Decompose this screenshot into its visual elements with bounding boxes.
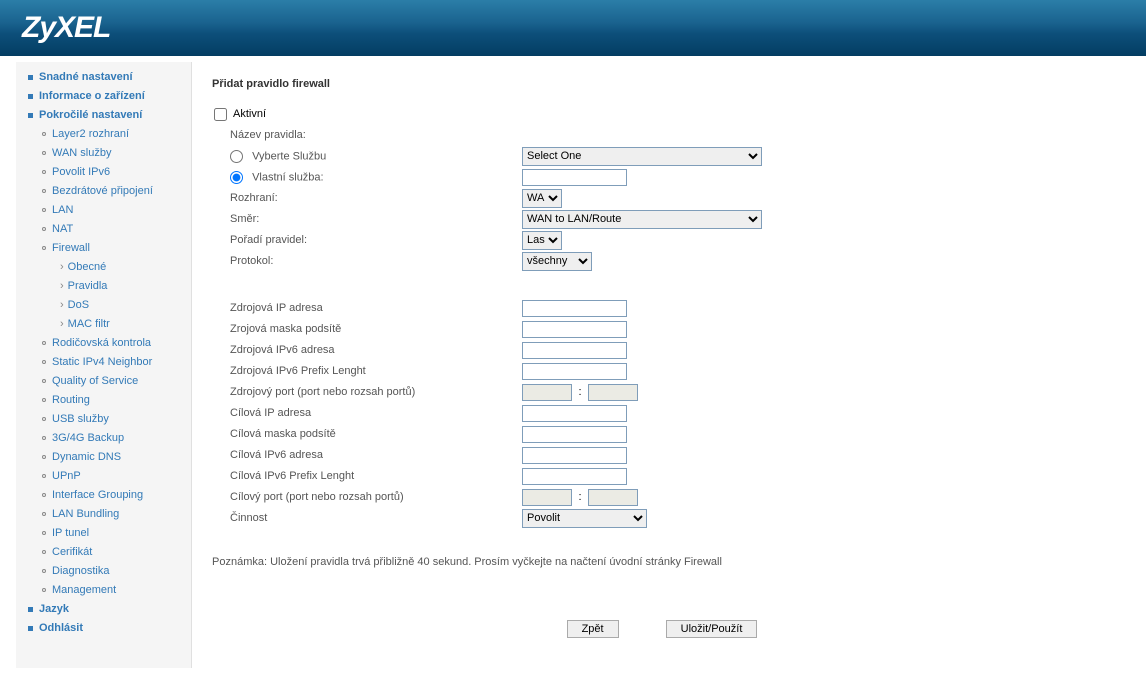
nav-logout[interactable]: Odhlásit — [39, 622, 83, 634]
dst-ip-input[interactable] — [522, 405, 627, 422]
src-prefix-input[interactable] — [522, 363, 627, 380]
nav-dyndns[interactable]: Dynamic DNS — [52, 451, 121, 463]
nav-lanbundle[interactable]: LAN Bundling — [52, 508, 119, 520]
dst-mask-label: Cílová maska podsítě — [212, 428, 522, 440]
nav-language[interactable]: Jazyk — [39, 603, 69, 615]
dst-port-from-input[interactable] — [522, 489, 572, 506]
active-label: Aktivní — [233, 108, 266, 120]
dst-ipv6-label: Cílová IPv6 adresa — [212, 449, 522, 461]
dst-port-label: Cílový port (port nebo rozsah portů) — [212, 491, 522, 503]
nav-iptunnel[interactable]: IP tunel — [52, 527, 89, 539]
dst-mask-input[interactable] — [522, 426, 627, 443]
chevron-right-icon: › — [60, 298, 64, 313]
nav-diag[interactable]: Diagnostika — [52, 565, 109, 577]
src-ipv6-input[interactable] — [522, 342, 627, 359]
nav-3g4g[interactable]: 3G/4G Backup — [52, 432, 124, 444]
nav-nat[interactable]: NAT — [52, 223, 73, 235]
action-label: Činnost — [212, 512, 522, 524]
src-ip-label: Zdrojová IP adresa — [212, 302, 522, 314]
nav-mgmt[interactable]: Management — [52, 584, 116, 596]
content-panel: Přidat pravidlo firewall Aktivní Název p… — [192, 62, 1132, 668]
rule-order-label: Pořadí pravidel: — [212, 234, 522, 246]
nav-easy-setup[interactable]: Snadné nastavení — [39, 71, 133, 83]
dst-prefix-input[interactable] — [522, 468, 627, 485]
direction-select[interactable]: WAN to LAN/Route — [522, 210, 762, 229]
nav-fw-dos[interactable]: DoS — [68, 299, 89, 311]
service-select[interactable]: Select One — [522, 147, 762, 166]
nav-lan[interactable]: LAN — [52, 204, 73, 216]
port-separator: : — [575, 386, 585, 398]
src-mask-input[interactable] — [522, 321, 627, 338]
port-separator: : — [575, 491, 585, 503]
rule-order-select[interactable]: Last — [522, 231, 562, 250]
nav-qos[interactable]: Quality of Service — [52, 375, 138, 387]
chevron-right-icon: › — [60, 279, 64, 294]
src-port-from-input[interactable] — [522, 384, 572, 401]
nav-firewall[interactable]: Firewall — [52, 242, 90, 254]
custom-service-input[interactable] — [522, 169, 627, 186]
src-ipv6-label: Zdrojová IPv6 adresa — [212, 344, 522, 356]
src-port-to-input[interactable] — [588, 384, 638, 401]
src-ip-input[interactable] — [522, 300, 627, 317]
nav-layer2[interactable]: Layer2 rozhraní — [52, 128, 129, 140]
save-note: Poznámka: Uložení pravidla trvá přibližn… — [212, 556, 1112, 568]
nav-static-ipv4[interactable]: Static IPv4 Neighbor — [52, 356, 152, 368]
src-port-label: Zdrojový port (port nebo rozsah portů) — [212, 386, 522, 398]
dst-ip-label: Cílová IP adresa — [212, 407, 522, 419]
page-title: Přidat pravidlo firewall — [212, 78, 1112, 90]
src-prefix-label: Zdrojová IPv6 Prefix Lenght — [212, 365, 522, 377]
nav-ifgroup[interactable]: Interface Grouping — [52, 489, 143, 501]
nav-wan[interactable]: WAN služby — [52, 147, 112, 159]
protocol-label: Protokol: — [212, 255, 522, 267]
nav-parental[interactable]: Rodičovská kontrola — [52, 337, 151, 349]
direction-label: Směr: — [212, 213, 522, 225]
rule-name-label: Název pravidla: — [212, 129, 522, 141]
nav-cert[interactable]: Cerifikát — [52, 546, 92, 558]
nav-advanced[interactable]: Pokročilé nastavení — [39, 109, 142, 121]
src-mask-label: Zrojová maska podsítě — [212, 323, 522, 335]
custom-service-radio[interactable] — [230, 171, 243, 184]
chevron-right-icon: › — [60, 317, 64, 332]
nav-usb[interactable]: USB služby — [52, 413, 109, 425]
interface-label: Rozhraní: — [212, 192, 522, 204]
nav-fw-rules[interactable]: Pravidla — [68, 280, 108, 292]
active-checkbox[interactable] — [214, 108, 227, 121]
dst-prefix-label: Cílová IPv6 Prefix Lenght — [212, 470, 522, 482]
nav-device-info[interactable]: Informace o zařízení — [39, 90, 145, 102]
nav-wireless[interactable]: Bezdrátové připojení — [52, 185, 153, 197]
protocol-select[interactable]: všechny — [522, 252, 592, 271]
nav-upnp[interactable]: UPnP — [52, 470, 81, 482]
nav-ipv6[interactable]: Povolit IPv6 — [52, 166, 110, 178]
select-service-label: Vyberte Službu — [252, 150, 326, 162]
action-select[interactable]: Povolit — [522, 509, 647, 528]
back-button[interactable]: Zpět — [567, 620, 619, 638]
nav-routing[interactable]: Routing — [52, 394, 90, 406]
nav-fw-mac[interactable]: MAC filtr — [68, 318, 110, 330]
brand-logo: ZyXEL — [22, 11, 110, 45]
interface-select[interactable]: WAN — [522, 189, 562, 208]
dst-ipv6-input[interactable] — [522, 447, 627, 464]
sidebar-nav: Snadné nastavení Informace o zařízení Po… — [16, 62, 192, 668]
dst-port-to-input[interactable] — [588, 489, 638, 506]
chevron-right-icon: › — [60, 260, 64, 275]
select-service-radio[interactable] — [230, 150, 243, 163]
app-header: ZyXEL — [0, 0, 1146, 56]
custom-service-label: Vlastní služba: — [252, 171, 324, 183]
save-button[interactable]: Uložit/Použít — [666, 620, 758, 638]
nav-fw-general[interactable]: Obecné — [68, 261, 107, 273]
